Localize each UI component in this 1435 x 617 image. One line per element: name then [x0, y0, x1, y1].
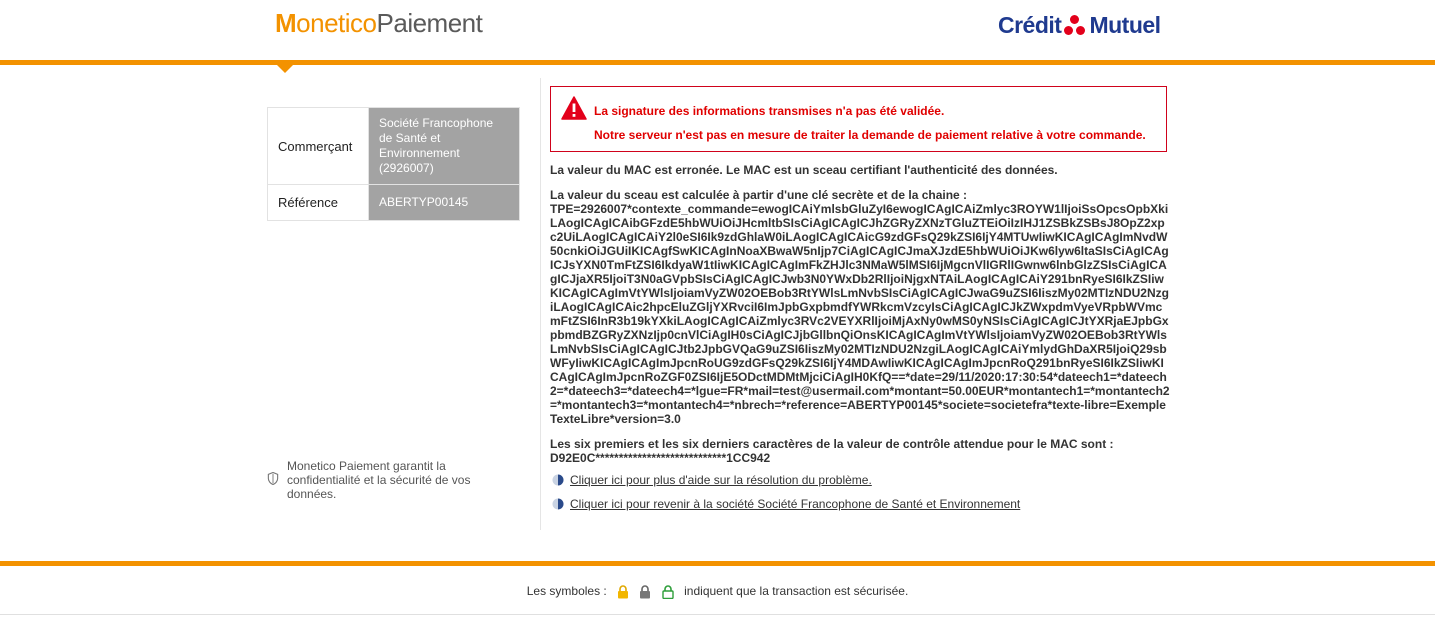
back-to-merchant-link[interactable]: Cliquer ici pour revenir à la société So…	[570, 497, 1020, 511]
seal-chain: TPE=2926007*contexte_commande=ewogICAiYm…	[550, 202, 1170, 426]
info-bullet-icon	[552, 474, 564, 486]
reference-value: ABERTYP00145	[368, 184, 520, 221]
merchant-value: Société Francophone de Santé et Environn…	[368, 107, 520, 185]
footer: Les symboles : indiquent que la transact…	[0, 584, 1435, 599]
lock-grey-icon	[640, 585, 651, 599]
privacy-text: Monetico Paiement garantit la confidenti…	[287, 459, 471, 501]
control-intro: Les six premiers et les six derniers car…	[550, 437, 1114, 451]
footer-prefix: Les symboles :	[526, 584, 607, 598]
reference-row: Référence ABERTYP00145	[267, 184, 520, 221]
merchant-label: Commerçant	[267, 107, 369, 185]
header-divider	[0, 60, 1435, 65]
reference-label: Référence	[267, 184, 369, 221]
privacy-notice: Monetico Paiement garantit la confidenti…	[267, 459, 497, 501]
header-caret-icon	[276, 64, 294, 73]
merchant-row: Commerçant Société Francophone de Santé …	[267, 107, 520, 185]
footer-divider	[0, 561, 1435, 566]
lock-green-icon	[662, 585, 674, 599]
control-value-block: Les six premiers et les six derniers car…	[550, 437, 1170, 465]
bottom-divider	[0, 614, 1435, 615]
shield-icon	[267, 472, 279, 485]
credit-mutuel-logo: Crédit Mutuel	[998, 12, 1161, 38]
help-link[interactable]: Cliquer ici pour plus d'aide sur la réso…	[570, 473, 872, 487]
column-divider	[540, 78, 541, 530]
error-message-server: Notre serveur n'est pas en mesure de tra…	[594, 128, 1146, 142]
control-value: D92E0C****************************1CC942	[550, 451, 771, 465]
header: MoneticoPaiement Crédit Mutuel	[0, 0, 1435, 60]
mac-error-text: La valeur du MAC est erronée. Le MAC est…	[550, 163, 1058, 177]
merchant-info-table: Commerçant Société Francophone de Santé …	[267, 107, 520, 221]
back-link-row[interactable]: Cliquer ici pour revenir à la société So…	[552, 497, 1020, 511]
seal-description: La valeur du sceau est calculée à partir…	[550, 188, 1170, 426]
footer-suffix: indiquent que la transaction est sécuris…	[684, 584, 909, 598]
monetico-logo: MoneticoPaiement	[275, 8, 483, 38]
error-message-signature: La signature des informations transmises…	[594, 104, 945, 118]
seal-intro: La valeur du sceau est calculée à partir…	[550, 188, 968, 202]
warning-icon	[561, 96, 587, 120]
help-link-row[interactable]: Cliquer ici pour plus d'aide sur la réso…	[552, 473, 872, 487]
error-details: La valeur du MAC est erronée. Le MAC est…	[550, 163, 1170, 475]
info-bullet-icon	[552, 498, 564, 510]
lock-gold-icon	[618, 585, 629, 599]
credit-mutuel-emblem-icon	[1064, 14, 1086, 37]
error-alert: La signature des informations transmises…	[550, 86, 1167, 152]
